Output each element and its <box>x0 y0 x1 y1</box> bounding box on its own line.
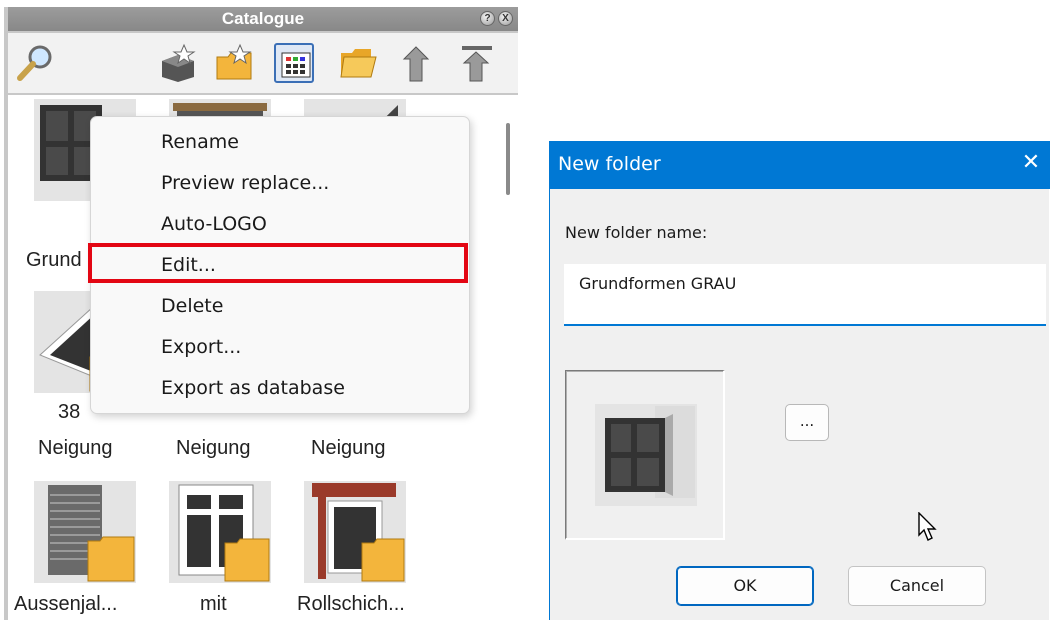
browse-button[interactable]: ... <box>785 404 829 441</box>
item-label: 38 <box>58 401 81 423</box>
scrollbar-thumb[interactable] <box>506 123 510 195</box>
catalogue-toolbar <box>8 33 518 93</box>
top-icon[interactable] <box>458 43 498 83</box>
new-folder-dialog: New folder ✕ New folder name: ... OK Can… <box>549 141 1050 620</box>
item-label: mit <box>200 593 227 615</box>
mouse-cursor-icon <box>918 512 937 541</box>
folder-preview-image <box>595 404 697 506</box>
item-label: Neigung <box>311 437 386 459</box>
grid-view-icon[interactable] <box>274 43 314 83</box>
ok-button[interactable]: OK <box>676 566 814 606</box>
dialog-titlebar: New folder ✕ <box>550 141 1050 189</box>
close-panel-button[interactable]: X <box>498 11 513 26</box>
item-label: Rollschich... <box>297 593 405 615</box>
help-button[interactable]: ? <box>480 11 495 26</box>
folder-name-input[interactable] <box>564 264 1046 326</box>
menu-item-auto-logo[interactable]: Auto-LOGO <box>161 213 267 235</box>
catalogue-title: Catalogue <box>8 7 518 31</box>
menu-item-export-database[interactable]: Export as database <box>161 377 345 399</box>
dialog-title: New folder <box>558 153 661 175</box>
item-label: Grund <box>26 249 82 271</box>
preview-frame <box>565 370 725 540</box>
menu-item-rename[interactable]: Rename <box>161 131 239 153</box>
context-menu: Rename Preview replace... Auto-LOGO Edit… <box>88 116 470 414</box>
new-folder-icon[interactable] <box>214 43 254 83</box>
folder-thumbnail[interactable] <box>34 481 136 583</box>
menu-item-preview-replace[interactable]: Preview replace... <box>161 172 329 194</box>
menu-item-export[interactable]: Export... <box>161 336 241 358</box>
menu-item-delete[interactable]: Delete <box>161 295 223 317</box>
item-label: Neigung <box>176 437 251 459</box>
open-folder-icon[interactable] <box>338 43 378 83</box>
edit-highlight-box <box>88 243 468 283</box>
close-icon[interactable]: ✕ <box>1020 152 1042 174</box>
item-label: Neigung <box>38 437 113 459</box>
item-label: Aussenjal... <box>14 593 118 615</box>
new-item-icon[interactable] <box>158 43 198 83</box>
folder-thumbnail[interactable] <box>169 481 271 583</box>
folder-name-label: New folder name: <box>565 223 708 242</box>
cancel-button[interactable]: Cancel <box>848 566 986 606</box>
up-icon[interactable] <box>398 43 438 83</box>
folder-thumbnail[interactable] <box>304 481 406 583</box>
search-icon[interactable] <box>16 43 56 83</box>
